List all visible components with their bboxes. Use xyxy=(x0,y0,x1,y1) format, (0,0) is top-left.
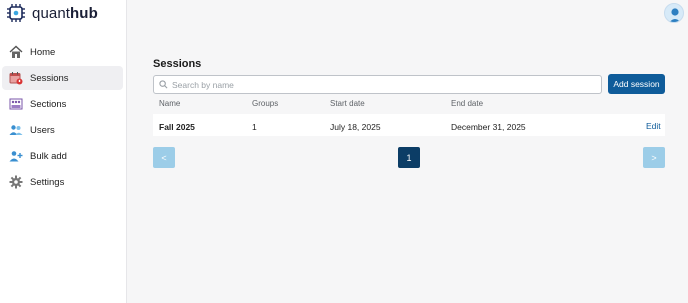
column-header-start-date[interactable]: Start date xyxy=(330,99,365,108)
prev-page-button[interactable]: < xyxy=(153,147,175,168)
sidebar-item-label: Sections xyxy=(30,98,67,110)
search-box[interactable] xyxy=(153,75,602,94)
user-icon xyxy=(669,8,681,22)
sidebar-item-users[interactable]: Users xyxy=(2,118,123,142)
sidebar-item-label: Sessions xyxy=(30,72,69,84)
sidebar: quanthub Home Sessions Sections Users Bu… xyxy=(0,0,127,303)
column-header-end-date[interactable]: End date xyxy=(451,99,483,108)
column-header-groups[interactable]: Groups xyxy=(252,99,278,108)
search-icon xyxy=(159,76,168,94)
chip-icon xyxy=(6,3,26,23)
page-number-button[interactable]: 1 xyxy=(398,147,420,168)
edit-link[interactable]: Edit xyxy=(646,121,661,131)
cell-groups: 1 xyxy=(252,122,257,132)
app-logo[interactable]: quanthub xyxy=(6,3,98,23)
sidebar-item-label: Users xyxy=(30,124,55,136)
users-icon xyxy=(9,123,23,137)
sidebar-item-label: Bulk add xyxy=(30,150,67,162)
add-session-button[interactable]: Add session xyxy=(608,74,665,94)
calendar-icon xyxy=(9,71,23,85)
column-header-name[interactable]: Name xyxy=(159,99,180,108)
sidebar-item-label: Settings xyxy=(30,176,65,188)
cell-start-date: July 18, 2025 xyxy=(330,122,381,132)
sidebar-item-home[interactable]: Home xyxy=(2,40,123,64)
add-user-icon xyxy=(9,149,23,163)
search-input[interactable] xyxy=(172,79,592,90)
sidebar-item-settings[interactable]: Settings xyxy=(2,170,123,194)
cell-name: Fall 2025 xyxy=(159,122,195,132)
sidebar-item-sessions[interactable]: Sessions xyxy=(2,66,123,90)
sidebar-item-bulk-add[interactable]: Bulk add xyxy=(2,144,123,168)
sidebar-nav: Home Sessions Sections Users Bulk add Se… xyxy=(2,40,123,196)
logo-text: quanthub xyxy=(32,4,98,22)
cell-end-date: December 31, 2025 xyxy=(451,122,526,132)
sidebar-item-sections[interactable]: Sections xyxy=(2,92,123,116)
sidebar-item-label: Home xyxy=(30,46,56,58)
table-row xyxy=(153,114,665,136)
next-page-button[interactable]: > xyxy=(643,147,665,168)
sections-icon xyxy=(9,97,23,111)
home-icon xyxy=(9,45,23,59)
user-avatar[interactable] xyxy=(664,3,684,23)
page-title: Sessions xyxy=(153,58,202,70)
gear-icon xyxy=(9,175,23,189)
